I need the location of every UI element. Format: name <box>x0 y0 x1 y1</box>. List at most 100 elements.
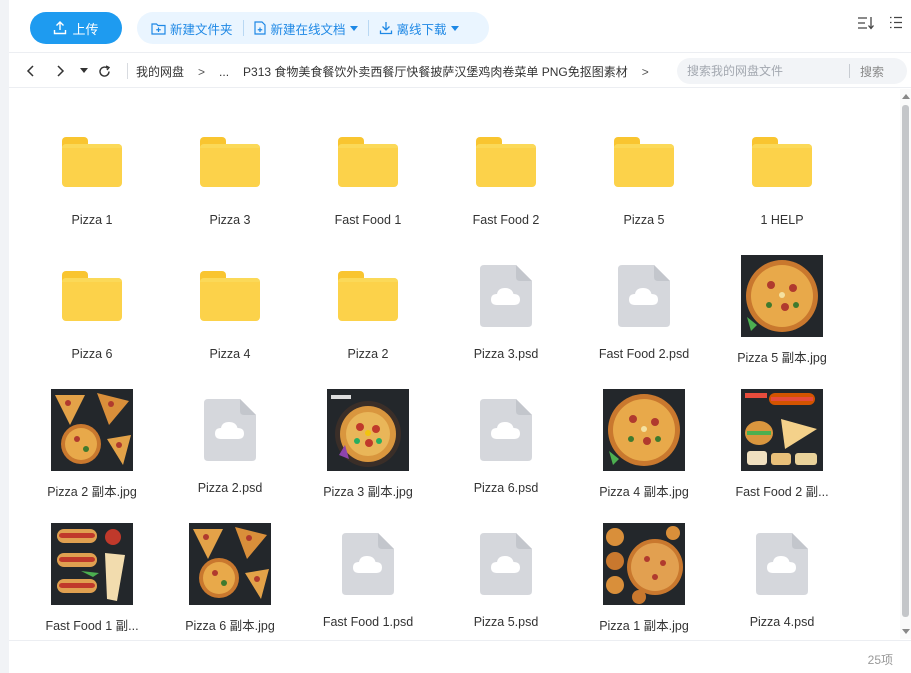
scroll-up-arrow-icon[interactable] <box>902 94 910 99</box>
breadcrumb-separator: > <box>198 64 206 79</box>
file-name: Pizza 1 副本.jpg <box>599 619 689 633</box>
folder-icon <box>51 121 133 203</box>
nav-divider <box>127 63 128 79</box>
folder-icon <box>741 121 823 203</box>
new-folder-button[interactable]: 新建文件夹 <box>145 12 239 44</box>
cloud-file-icon <box>327 523 409 605</box>
file-item[interactable]: Pizza 5 副本.jpg <box>722 243 842 367</box>
chevron-left-icon <box>26 65 34 77</box>
cloud-file-icon <box>189 389 271 471</box>
file-item[interactable]: Pizza 1 副本.jpg <box>584 511 704 635</box>
breadcrumb-current-folder[interactable]: P313 食物美食餐饮外卖西餐厅快餐披萨汉堡鸡肉卷菜单 PNG免抠图素材 <box>243 63 628 80</box>
file-item[interactable]: Pizza 2 副本.jpg <box>32 377 152 501</box>
image-thumbnail <box>51 389 133 471</box>
file-name: Pizza 6.psd <box>473 481 539 495</box>
file-name: Pizza 5 副本.jpg <box>737 351 827 365</box>
file-item[interactable]: Pizza 4 副本.jpg <box>584 377 704 501</box>
folder-icon <box>189 255 271 337</box>
folder-item[interactable]: Pizza 3 <box>170 109 290 233</box>
file-name: Pizza 5.psd <box>473 615 539 629</box>
tool-divider <box>242 20 244 36</box>
folder-item[interactable]: Fast Food 2 <box>446 109 566 233</box>
folder-icon <box>327 255 409 337</box>
image-thumbnail <box>741 255 823 337</box>
file-item[interactable]: Pizza 3.psd <box>446 243 566 367</box>
cloud-file-icon <box>603 255 685 337</box>
file-item[interactable]: Fast Food 1 副... <box>32 511 152 635</box>
breadcrumb: 我的网盘 > ... P313 食物美食餐饮外卖西餐厅快餐披萨汉堡鸡肉卷菜单 P… <box>136 63 663 80</box>
upload-icon <box>54 21 67 35</box>
search-box: 搜索 <box>677 58 907 84</box>
offline-download-label: 离线下载 <box>396 22 447 37</box>
back-button[interactable] <box>22 62 40 80</box>
scrollbar-thumb[interactable] <box>902 105 909 617</box>
folder-item[interactable]: Fast Food 1 <box>308 109 428 233</box>
file-item[interactable]: Pizza 4.psd <box>722 511 842 635</box>
file-name: Pizza 4 <box>209 347 251 361</box>
cloud-file-icon <box>465 389 547 471</box>
file-item[interactable]: Fast Food 2.psd <box>584 243 704 367</box>
new-folder-label: 新建文件夹 <box>170 22 233 37</box>
new-folder-icon <box>151 22 166 35</box>
breadcrumb-root[interactable]: 我的网盘 <box>136 63 184 80</box>
forward-button[interactable] <box>51 62 69 80</box>
image-thumbnail <box>189 523 271 605</box>
new-doc-icon <box>253 21 266 35</box>
caret-down-icon <box>80 68 88 73</box>
item-count: 25项 <box>867 653 893 667</box>
file-item[interactable]: Fast Food 2 副... <box>722 377 842 501</box>
file-name: Fast Food 2 <box>472 213 540 227</box>
offline-download-button[interactable]: 离线下载 <box>373 12 465 44</box>
tool-divider <box>367 20 369 36</box>
image-thumbnail <box>51 523 133 605</box>
folder-icon <box>189 121 271 203</box>
scroll-down-arrow-icon[interactable] <box>902 629 910 634</box>
file-name: Pizza 4 副本.jpg <box>599 485 689 499</box>
tool-group: 新建文件夹 新建在线文档 离线下载 <box>137 12 489 44</box>
image-thumbnail <box>327 389 409 471</box>
folder-icon <box>327 121 409 203</box>
file-name: 1 HELP <box>760 213 804 227</box>
breadcrumb-ellipsis[interactable]: ... <box>219 65 229 79</box>
folder-item[interactable]: Pizza 4 <box>170 243 290 367</box>
chevron-down-icon <box>349 25 358 31</box>
folder-item[interactable]: Pizza 2 <box>308 243 428 367</box>
upload-label: 上传 <box>72 21 99 37</box>
new-online-doc-button[interactable]: 新建在线文档 <box>248 12 364 44</box>
folder-icon <box>51 255 133 337</box>
left-edge-panel <box>0 0 9 673</box>
folder-item[interactable]: Pizza 5 <box>584 109 704 233</box>
file-grid: Pizza 1 Pizza 3 Fast Food 1 Fast Food 2 Pizz… <box>9 89 900 639</box>
refresh-button[interactable] <box>95 62 113 80</box>
search-input[interactable] <box>677 64 849 78</box>
new-doc-label: 新建在线文档 <box>270 22 346 37</box>
file-item[interactable]: Fast Food 1.psd <box>308 511 428 635</box>
navigation-bar: 我的网盘 > ... P313 食物美食餐饮外卖西餐厅快餐披萨汉堡鸡肉卷菜单 P… <box>9 52 911 88</box>
refresh-icon <box>98 64 110 77</box>
file-item[interactable]: Pizza 6 副本.jpg <box>170 511 290 635</box>
netdisk-window: 上传 新建文件夹 新建在线文档 离线下载 我的网盘 > ... P313 食物美… <box>0 0 911 673</box>
file-name: Pizza 1 <box>71 213 113 227</box>
list-view-icon[interactable] <box>889 16 903 30</box>
file-name: Pizza 6 <box>71 347 113 361</box>
upload-button[interactable]: 上传 <box>30 12 122 44</box>
folder-item[interactable]: 1 HELP <box>722 109 842 233</box>
image-thumbnail <box>603 523 685 605</box>
file-item[interactable]: Pizza 6.psd <box>446 377 566 501</box>
history-dropdown[interactable] <box>75 62 93 80</box>
folder-item[interactable]: Pizza 1 <box>32 109 152 233</box>
cloud-file-icon <box>465 523 547 605</box>
file-name: Fast Food 1.psd <box>322 615 414 629</box>
vertical-scrollbar[interactable] <box>900 89 911 639</box>
file-item[interactable]: Pizza 5.psd <box>446 511 566 635</box>
search-button[interactable]: 搜索 <box>850 63 884 80</box>
folder-item[interactable]: Pizza 6 <box>32 243 152 367</box>
file-name: Pizza 2 副本.jpg <box>47 485 137 499</box>
file-item[interactable]: Pizza 2.psd <box>170 377 290 501</box>
file-name: Fast Food 2.psd <box>598 347 690 361</box>
download-icon <box>379 22 392 35</box>
sort-icon[interactable] <box>857 16 875 30</box>
file-name: Fast Food 2 副... <box>735 485 829 499</box>
file-name: Pizza 5 <box>623 213 665 227</box>
file-item[interactable]: Pizza 3 副本.jpg <box>308 377 428 501</box>
